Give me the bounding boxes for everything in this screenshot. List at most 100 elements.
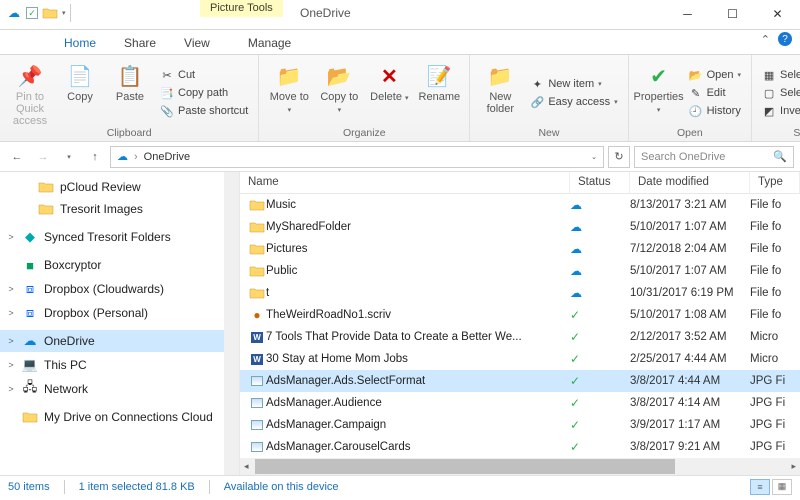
file-name: AdsManager.Ads.SelectFormat (266, 375, 570, 387)
refresh-button[interactable]: ↻ (608, 146, 630, 168)
status-bar: 50 items 1 item selected 81.8 KB Availab… (0, 475, 800, 497)
address-dropdown-icon[interactable]: ⌄ (591, 153, 597, 161)
tree-item[interactable]: > 🖧 Network (0, 378, 239, 400)
file-status: ☁ (570, 220, 630, 234)
move-to-button[interactable]: 📁 Move to ▾ (267, 59, 311, 127)
file-name: TheWeirdRoadNo1.scriv (266, 309, 570, 321)
tree-item-icon (22, 409, 38, 425)
file-date: 5/10/2017 1:08 AM (630, 309, 750, 321)
tree-item[interactable]: > ⧈ Dropbox (Cloudwards) (0, 278, 239, 300)
onedrive-icon: ☁ (6, 5, 22, 21)
title-bar: ☁ ✓ ▾ Picture Tools OneDrive ─ ☐ ✕ (0, 0, 800, 30)
horizontal-scrollbar[interactable]: ◂ ▸ (240, 458, 800, 475)
tab-view[interactable]: View (170, 32, 224, 54)
tree-item[interactable]: ■ Boxcryptor (0, 254, 239, 276)
cut-button[interactable]: ✂Cut (158, 67, 250, 83)
close-button[interactable]: ✕ (755, 0, 800, 28)
navigation-tree[interactable]: pCloud Review Tresorit Images > ◆ Synced … (0, 172, 240, 475)
qat-dropdown-icon[interactable]: ▾ (62, 9, 66, 17)
expand-icon[interactable]: > (6, 232, 16, 242)
file-row[interactable]: MySharedFolder ☁ 5/10/2017 1:07 AM File … (240, 216, 800, 238)
checkbox-icon[interactable]: ✓ (26, 7, 38, 19)
file-row[interactable]: Public ☁ 5/10/2017 1:07 AM File fo (240, 260, 800, 282)
scissors-icon: ✂ (160, 68, 174, 82)
expand-icon[interactable]: > (6, 308, 16, 318)
file-date: 3/8/2017 4:44 AM (630, 375, 750, 387)
tab-home[interactable]: Home (50, 32, 110, 54)
maximize-button[interactable]: ☐ (710, 0, 755, 28)
file-type: File fo (750, 243, 800, 255)
minimize-button[interactable]: ─ (665, 0, 710, 28)
file-date: 3/9/2017 1:17 AM (630, 419, 750, 431)
select-all-button[interactable]: ▦Select all (760, 67, 800, 83)
new-item-button[interactable]: ✦New item ▾ (528, 76, 619, 92)
edit-button[interactable]: ✎Edit (687, 85, 743, 101)
file-row[interactable]: W 7 Tools That Provide Data to Create a … (240, 326, 800, 348)
file-name: Pictures (266, 243, 570, 255)
copy-button[interactable]: 📄 Copy (58, 59, 102, 127)
column-type[interactable]: Type (750, 172, 800, 193)
invert-selection-button[interactable]: ◩Invert selection (760, 103, 800, 119)
tree-item-label: Tresorit Images (60, 202, 143, 216)
tree-item[interactable]: Tresorit Images (0, 198, 239, 220)
file-rows[interactable]: Music ☁ 8/13/2017 3:21 AM File fo MyShar… (240, 194, 800, 458)
copy-to-button[interactable]: 📂 Copy to ▾ (317, 59, 361, 127)
address-bar[interactable]: ☁ › OneDrive ⌄ (110, 146, 604, 168)
expand-icon[interactable]: > (6, 336, 16, 346)
ribbon-group-select: ▦Select all ▢Select none ◩Invert selecti… (752, 55, 800, 141)
tab-manage[interactable]: Manage (234, 32, 305, 54)
open-button[interactable]: 📂Open ▾ (687, 67, 743, 83)
help-icon[interactable]: ? (778, 32, 792, 46)
file-row[interactable]: AdsManager.Campaign ✓ 3/9/2017 1:17 AM J… (240, 414, 800, 436)
paste-button[interactable]: 📋 Paste (108, 59, 152, 127)
recent-dropdown[interactable]: ▾ (58, 146, 80, 168)
pin-to-quick-access-button[interactable]: 📌 Pin to Quick access (8, 59, 52, 127)
file-row[interactable]: Pictures ☁ 7/12/2018 2:04 AM File fo (240, 238, 800, 260)
rename-button[interactable]: 📝 Rename (417, 59, 461, 127)
tree-item[interactable]: > ◆ Synced Tresorit Folders (0, 226, 239, 248)
window-controls: ─ ☐ ✕ (665, 0, 800, 28)
back-button[interactable]: ← (6, 146, 28, 168)
collapse-ribbon-icon[interactable]: ⌃ (761, 33, 770, 46)
file-row[interactable]: t ☁ 10/31/2017 6:19 PM File fo (240, 282, 800, 304)
expand-icon[interactable]: > (6, 360, 16, 370)
tree-item[interactable]: My Drive on Connections Cloud (0, 406, 239, 428)
details-view-button[interactable]: ≡ (750, 479, 770, 495)
tree-item[interactable]: > 💻 This PC (0, 354, 239, 376)
file-date: 10/31/2017 6:19 PM (630, 287, 750, 299)
select-none-button[interactable]: ▢Select none (760, 85, 800, 101)
properties-icon: ✔ (646, 63, 672, 89)
column-status[interactable]: Status (570, 172, 630, 193)
history-button[interactable]: 🕘History (687, 103, 743, 119)
properties-button[interactable]: ✔ Properties ▾ (637, 59, 681, 127)
thumbnails-view-button[interactable]: ▦ (772, 479, 792, 495)
new-folder-button[interactable]: 📁 New folder (478, 59, 522, 127)
file-row[interactable]: Music ☁ 8/13/2017 3:21 AM File fo (240, 194, 800, 216)
tree-item[interactable]: > ⧈ Dropbox (Personal) (0, 302, 239, 324)
file-icon (248, 420, 266, 430)
context-tab-picture-tools[interactable]: Picture Tools (200, 0, 283, 17)
tree-scrollbar[interactable] (224, 172, 239, 475)
expand-icon[interactable]: > (6, 284, 16, 294)
file-row[interactable]: AdsManager.CarouselCards ✓ 3/8/2017 9:21… (240, 436, 800, 458)
file-row[interactable]: AdsManager.Audience ✓ 3/8/2017 4:14 AM J… (240, 392, 800, 414)
tree-item[interactable]: pCloud Review (0, 176, 239, 198)
search-icon[interactable]: 🔍 (773, 150, 787, 163)
tree-item[interactable]: > ☁ OneDrive (0, 330, 239, 352)
file-row[interactable]: ● TheWeirdRoadNo1.scriv ✓ 5/10/2017 1:08… (240, 304, 800, 326)
expand-icon[interactable]: > (6, 384, 16, 394)
easy-access-button[interactable]: 🔗Easy access ▾ (528, 94, 619, 110)
tab-share[interactable]: Share (110, 32, 170, 54)
file-row[interactable]: W 30 Stay at Home Mom Jobs ✓ 2/25/2017 4… (240, 348, 800, 370)
paste-shortcut-button[interactable]: 📎Paste shortcut (158, 103, 250, 119)
delete-button[interactable]: ✕ Delete ▾ (367, 59, 411, 127)
file-name: AdsManager.CarouselCards (266, 441, 570, 453)
copy-path-button[interactable]: 📑Copy path (158, 85, 250, 101)
breadcrumb-item[interactable]: OneDrive (144, 151, 190, 163)
forward-button[interactable]: → (32, 146, 54, 168)
file-row[interactable]: AdsManager.Ads.SelectFormat ✓ 3/8/2017 4… (240, 370, 800, 392)
search-input[interactable]: Search OneDrive 🔍 (634, 146, 794, 168)
column-date[interactable]: Date modified (630, 172, 750, 193)
up-button[interactable]: ↑ (84, 146, 106, 168)
column-name[interactable]: Name (240, 172, 570, 193)
